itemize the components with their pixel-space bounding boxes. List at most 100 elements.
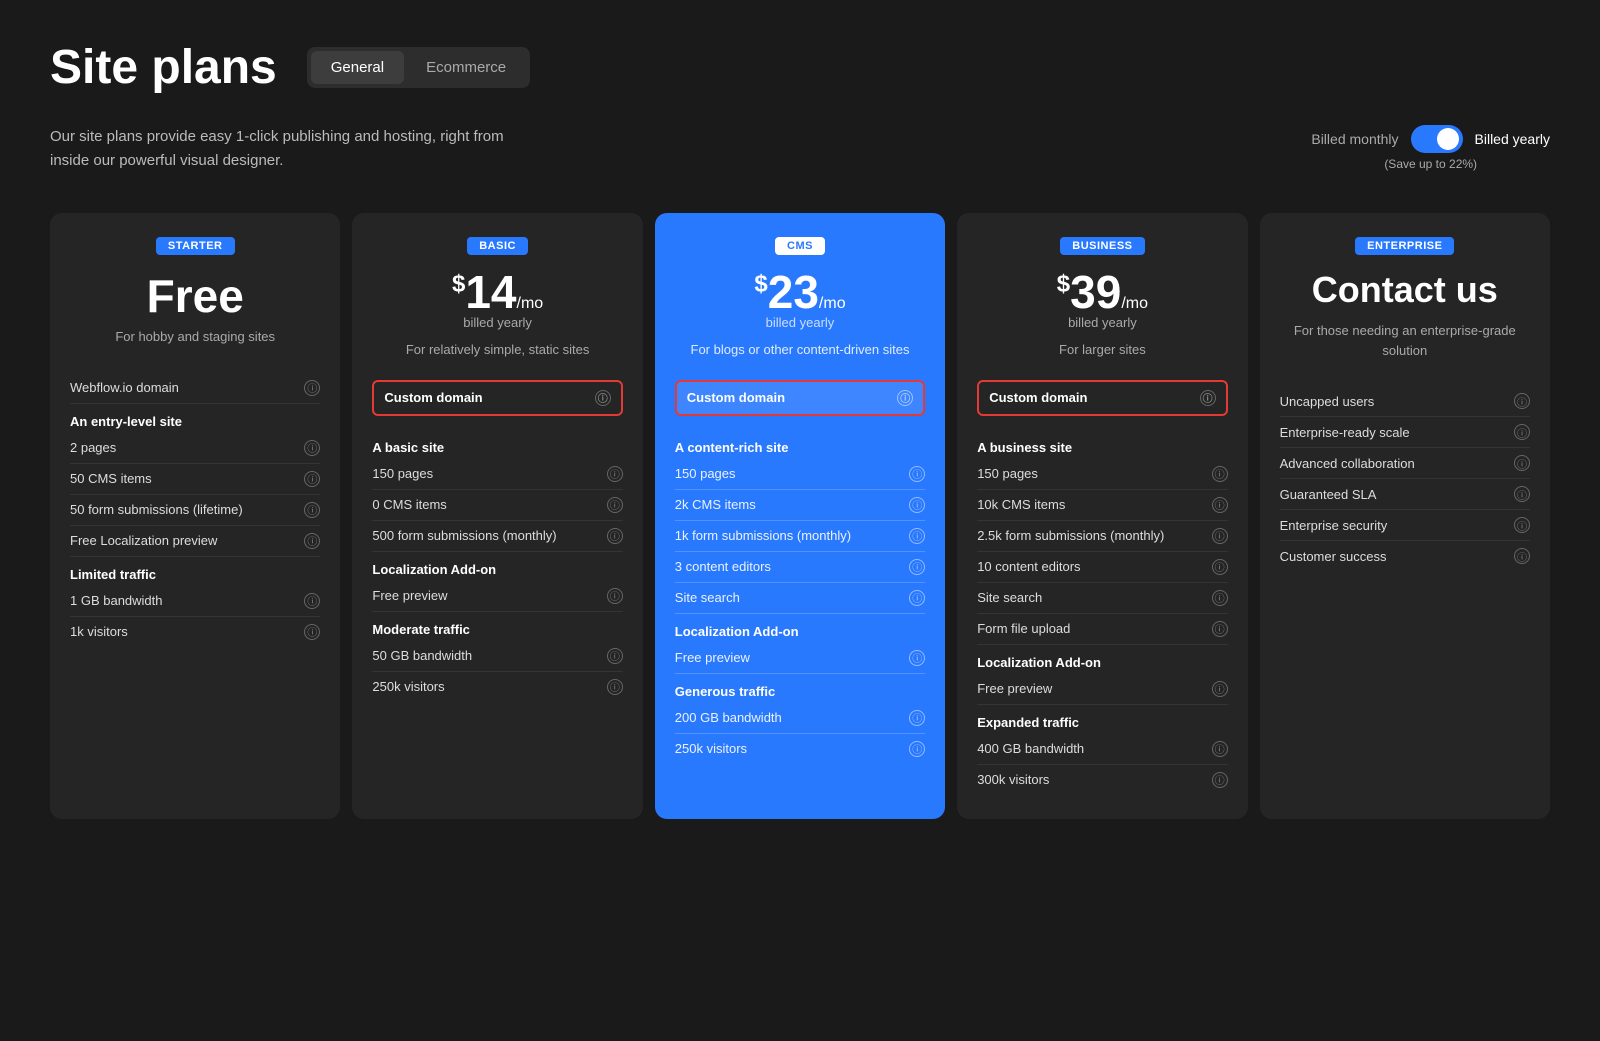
feature-label-starter-5: Free Localization preview xyxy=(70,533,217,548)
feature-row-business-11: 300k visitors ⓘ xyxy=(977,765,1227,795)
feature-label-basic-8: 250k visitors xyxy=(372,679,444,694)
feature-info-icon-business-8[interactable]: ⓘ xyxy=(1212,681,1228,697)
feature-info-icon-business-6[interactable]: ⓘ xyxy=(1212,621,1228,637)
feature-heading-cms-8: Generous traffic xyxy=(675,674,925,703)
feature-info-icon-cms-3[interactable]: ⓘ xyxy=(909,528,925,544)
feature-row-basic-2: 0 CMS itemsⓘ xyxy=(372,490,622,521)
feature-info-icon-business-4[interactable]: ⓘ xyxy=(1212,559,1228,575)
custom-domain-label-basic: Custom domain xyxy=(384,390,482,405)
billing-yearly-label: Billed yearly xyxy=(1475,131,1550,147)
feature-info-icon-enterprise-5[interactable]: ⓘ xyxy=(1514,548,1530,564)
feature-info-icon-business-5[interactable]: ⓘ xyxy=(1212,590,1228,606)
feature-row-cms-3: 1k form submissions (monthly) ⓘ xyxy=(675,521,925,552)
plan-desc-starter: For hobby and staging sites xyxy=(70,327,320,347)
feature-label-enterprise-5: Customer success xyxy=(1280,549,1387,564)
feature-info-icon-business-2[interactable]: ⓘ xyxy=(1212,497,1228,513)
feature-heading-cms-6: Localization Add-on xyxy=(675,614,925,643)
feature-info-icon-basic-3[interactable]: ⓘ xyxy=(607,528,623,544)
plan-card-business: BUSINESS$39/mobilled yearlyFor larger si… xyxy=(957,213,1247,819)
feature-label-starter-4: 50 form submissions (lifetime) xyxy=(70,502,243,517)
custom-domain-row-basic: Custom domain ⓘ xyxy=(372,380,622,416)
feature-info-icon-basic-1[interactable]: ⓘ xyxy=(607,466,623,482)
custom-domain-row-business: Custom domainⓘ xyxy=(977,380,1227,416)
feature-info-icon-enterprise-3[interactable]: ⓘ xyxy=(1514,486,1530,502)
custom-domain-label-cms: Custom domain xyxy=(687,390,785,405)
feature-info-icon-cms-7[interactable]: ⓘ xyxy=(909,650,925,666)
feature-info-icon-cms-5[interactable]: ⓘ xyxy=(909,590,925,606)
custom-domain-info-icon-cms[interactable]: ⓘ xyxy=(897,390,913,406)
feature-label-business-10: 400 GB bandwidth xyxy=(977,741,1084,756)
plan-desc-cms: For blogs or other content-driven sites xyxy=(675,340,925,360)
feature-info-icon-basic-5[interactable]: ⓘ xyxy=(607,588,623,604)
plan-badge-cms: CMS xyxy=(775,237,825,255)
plan-price-cms: $23/mo xyxy=(675,269,925,315)
feature-info-icon-business-1[interactable]: ⓘ xyxy=(1212,466,1228,482)
toggle-knob xyxy=(1437,128,1459,150)
feature-info-icon-starter-3[interactable]: ⓘ xyxy=(304,471,320,487)
feature-row-cms-10: 250k visitors ⓘ xyxy=(675,734,925,764)
feature-row-starter-5: Free Localization preview ⓘ xyxy=(70,526,320,557)
billing-toggle-switch[interactable] xyxy=(1411,125,1463,153)
feature-row-business-10: 400 GB bandwidth ⓘ xyxy=(977,734,1227,765)
feature-info-icon-starter-5[interactable]: ⓘ xyxy=(304,533,320,549)
feature-label-cms-1: 150 pages xyxy=(675,466,736,481)
feature-label-cms-5: Site search xyxy=(675,590,740,605)
feature-info-icon-cms-10[interactable]: ⓘ xyxy=(909,741,925,757)
feature-info-icon-cms-2[interactable]: ⓘ xyxy=(909,497,925,513)
tab-ecommerce[interactable]: Ecommerce xyxy=(406,51,526,84)
custom-domain-info-icon-basic[interactable]: ⓘ xyxy=(595,390,611,406)
feature-section-cms: A content-rich site150 pagesⓘ2k CMS item… xyxy=(675,430,925,764)
feature-info-icon-cms-4[interactable]: ⓘ xyxy=(909,559,925,575)
feature-info-icon-cms-9[interactable]: ⓘ xyxy=(909,710,925,726)
feature-info-icon-starter-0[interactable]: ⓘ xyxy=(304,380,320,396)
feature-label-basic-1: 150 pages xyxy=(372,466,433,481)
feature-row-starter-2: 2 pagesⓘ xyxy=(70,433,320,464)
feature-info-icon-basic-2[interactable]: ⓘ xyxy=(607,497,623,513)
feature-row-cms-5: Site search ⓘ xyxy=(675,583,925,614)
subtitle-row: Our site plans provide easy 1-click publ… xyxy=(50,125,1550,173)
feature-info-icon-enterprise-2[interactable]: ⓘ xyxy=(1514,455,1530,471)
feature-label-enterprise-1: Enterprise-ready scale xyxy=(1280,425,1410,440)
feature-info-icon-business-3[interactable]: ⓘ xyxy=(1212,528,1228,544)
feature-info-icon-cms-1[interactable]: ⓘ xyxy=(909,466,925,482)
feature-label-cms-3: 1k form submissions (monthly) xyxy=(675,528,851,543)
tab-general[interactable]: General xyxy=(311,51,404,84)
feature-info-icon-basic-7[interactable]: ⓘ xyxy=(607,648,623,664)
custom-domain-info-icon-business[interactable]: ⓘ xyxy=(1200,390,1216,406)
feature-row-starter-0: Webflow.io domainⓘ xyxy=(70,373,320,404)
feature-label-enterprise-4: Enterprise security xyxy=(1280,518,1388,533)
feature-heading-business-7: Localization Add-on xyxy=(977,645,1227,674)
feature-label-basic-3: 500 form submissions (monthly) xyxy=(372,528,556,543)
feature-label-business-2: 10k CMS items xyxy=(977,497,1065,512)
plan-price-starter: Free xyxy=(70,269,320,323)
feature-label-business-11: 300k visitors xyxy=(977,772,1049,787)
feature-row-business-8: Free previewⓘ xyxy=(977,674,1227,705)
feature-info-icon-starter-4[interactable]: ⓘ xyxy=(304,502,320,518)
feature-info-icon-starter-8[interactable]: ⓘ xyxy=(304,624,320,640)
feature-label-cms-10: 250k visitors xyxy=(675,741,747,756)
feature-row-cms-4: 3 content editorsⓘ xyxy=(675,552,925,583)
plan-card-starter: STARTERFreeFor hobby and staging sitesWe… xyxy=(50,213,340,819)
plan-billed-cms: billed yearly xyxy=(675,315,925,330)
feature-info-icon-basic-8[interactable]: ⓘ xyxy=(607,679,623,695)
feature-label-business-4: 10 content editors xyxy=(977,559,1080,574)
feature-info-icon-business-11[interactable]: ⓘ xyxy=(1212,772,1228,788)
feature-row-business-1: 150 pagesⓘ xyxy=(977,459,1227,490)
plan-desc-basic: For relatively simple, static sites xyxy=(372,340,622,360)
feature-info-icon-enterprise-0[interactable]: ⓘ xyxy=(1514,393,1530,409)
feature-info-icon-starter-7[interactable]: ⓘ xyxy=(304,593,320,609)
feature-label-cms-2: 2k CMS items xyxy=(675,497,756,512)
feature-label-business-6: Form file upload xyxy=(977,621,1070,636)
feature-row-business-5: Site searchⓘ xyxy=(977,583,1227,614)
feature-label-basic-5: Free preview xyxy=(372,588,447,603)
plan-card-basic: BASIC$14/mobilled yearlyFor relatively s… xyxy=(352,213,642,819)
plan-card-enterprise: ENTERPRISEContact usFor those needing an… xyxy=(1260,213,1550,819)
feature-heading-basic-6: Moderate traffic xyxy=(372,612,622,641)
feature-info-icon-business-10[interactable]: ⓘ xyxy=(1212,741,1228,757)
feature-info-icon-enterprise-4[interactable]: ⓘ xyxy=(1514,517,1530,533)
feature-info-icon-enterprise-1[interactable]: ⓘ xyxy=(1514,424,1530,440)
feature-info-icon-starter-2[interactable]: ⓘ xyxy=(304,440,320,456)
custom-domain-row-cms: Custom domain ⓘ xyxy=(675,380,925,416)
feature-row-cms-2: 2k CMS items ⓘ xyxy=(675,490,925,521)
feature-heading-business-9: Expanded traffic xyxy=(977,705,1227,734)
